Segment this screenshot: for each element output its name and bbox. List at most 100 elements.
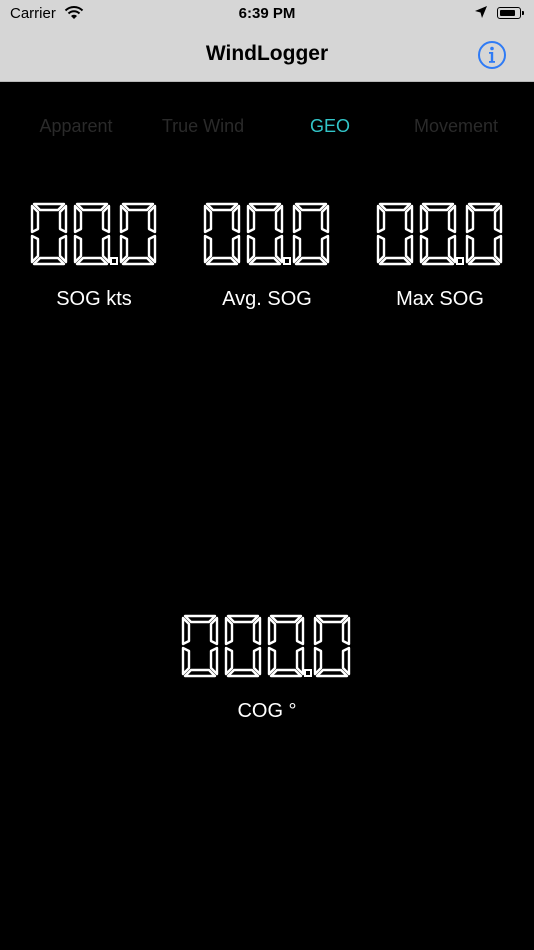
decimal-point [304,669,312,677]
segment-d [75,256,108,266]
segment-f [181,616,191,646]
avg-sog-readout: Avg. SOG [187,200,347,311]
segment-b [320,204,329,234]
segment-c [252,646,262,676]
segment-c [274,234,283,264]
segment-a [421,202,454,212]
tab-movement[interactable]: Movement [391,116,521,137]
segment-e [465,234,474,264]
segment-c [58,234,67,264]
avg-sog-value-display [203,202,329,266]
segment-a [467,202,500,212]
segment-a [75,202,108,212]
tab-apparent[interactable]: Apparent [11,116,141,137]
battery-icon [497,7,524,19]
segment-c [320,234,329,264]
segment-c [447,234,456,264]
segment-f [203,204,212,234]
segment-d [205,256,238,266]
info-circle-icon [478,41,506,69]
segment-b [252,616,262,646]
segment-e [181,646,191,676]
cog-label: COG ° [237,700,297,722]
segment-b [341,616,351,646]
digit-1 [419,202,456,266]
segment-f [73,204,82,234]
segment-d [32,256,65,266]
segment-f [376,204,385,234]
info-button[interactable] [477,40,507,70]
navigation-bar: WindLogger [0,28,534,82]
segment-f [30,204,39,234]
segment-b [404,204,413,234]
segment-a [121,202,154,212]
segment-d [315,668,349,678]
decimal-point [282,257,291,265]
segment-b [493,204,502,234]
segment-e [203,234,212,264]
segment-a [248,202,281,212]
segment-d [421,256,454,266]
segment-a [378,202,411,212]
decimal-point [455,257,464,265]
segment-b [58,204,67,234]
segment-d [378,256,411,266]
segment-f [292,204,301,234]
segment-e [292,234,301,264]
segment-d [121,256,154,266]
segment-d [248,256,281,266]
digit-0 [30,202,67,266]
digit-1 [246,202,283,266]
sog-value-display [30,202,156,266]
segment-b [447,204,456,234]
segment-d [183,668,217,678]
page-title: WindLogger [205,42,329,65]
segment-e [376,234,385,264]
tab-geo[interactable]: GEO [265,116,395,137]
segment-c [295,646,305,676]
cog-value-display [181,614,351,678]
digit-2 [292,202,329,266]
segment-e [73,234,82,264]
segment-c [209,646,219,676]
segment-f [419,204,428,234]
digit-0 [181,614,219,678]
segment-b [147,204,156,234]
digit-1 [73,202,110,266]
decimal-point [109,257,118,265]
segment-f [267,616,277,646]
status-time: 6:39 PM [238,5,296,22]
digit-0 [203,202,240,266]
segment-e [224,646,234,676]
digit-2 [267,614,305,678]
segment-e [313,646,323,676]
battery-level [499,9,515,16]
segment-a [315,614,349,624]
segment-e [119,234,128,264]
segment-f [313,616,323,646]
segment-e [246,234,255,264]
segment-e [30,234,39,264]
segment-c [231,234,240,264]
segment-d [467,256,500,266]
segment-f [119,204,128,234]
digit-0 [376,202,413,266]
segment-c [341,646,351,676]
segment-a [183,614,217,624]
segment-c [493,234,502,264]
tab-true-wind[interactable]: True Wind [138,116,268,137]
segment-a [269,614,303,624]
segment-e [267,646,277,676]
avg-sog-label: Avg. SOG [222,288,312,310]
segment-d [226,668,260,678]
segment-a [32,202,65,212]
digit-1 [224,614,262,678]
sog-label: SOG kts [56,288,132,310]
segment-b [231,204,240,234]
segment-f [224,616,234,646]
segment-b [274,204,283,234]
segment-b [295,616,305,646]
segment-b [101,204,110,234]
segment-c [404,234,413,264]
segment-f [465,204,474,234]
